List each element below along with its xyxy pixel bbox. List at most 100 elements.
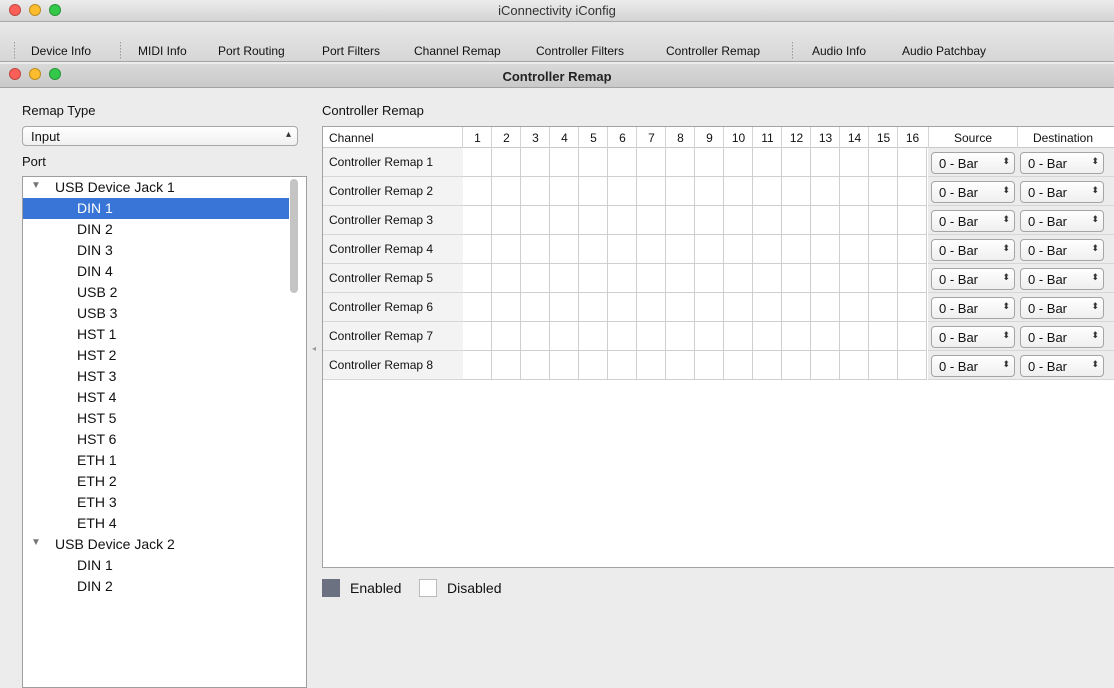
channel-toggle-cell[interactable] — [550, 322, 579, 351]
channel-toggle-cell[interactable] — [666, 293, 695, 322]
channel-toggle-cell[interactable] — [637, 322, 666, 351]
channel-toggle-cell[interactable] — [869, 322, 898, 351]
channel-toggle-cell[interactable] — [579, 206, 608, 235]
channel-toggle-cell[interactable] — [492, 322, 521, 351]
split-grip-icon[interactable]: ◂ — [312, 344, 316, 353]
source-select[interactable]: 0 - Bar ⬍ — [931, 181, 1015, 203]
channel-toggle-cell[interactable] — [898, 351, 927, 380]
channel-toggle-cell[interactable] — [637, 293, 666, 322]
source-select[interactable]: 0 - Bar ⬍ — [931, 268, 1015, 290]
disclosure-triangle-icon[interactable]: ▼ — [31, 180, 41, 191]
channel-toggle-cell[interactable] — [811, 148, 840, 177]
channel-toggle-cell[interactable] — [753, 206, 782, 235]
channel-toggle-cell[interactable] — [840, 206, 869, 235]
channel-toggle-cell[interactable] — [608, 206, 637, 235]
tree-item[interactable]: ETH 2 — [23, 471, 289, 492]
channel-toggle-cell[interactable] — [521, 351, 550, 380]
tree-item[interactable]: DIN 2 — [23, 219, 289, 240]
channel-toggle-cell[interactable] — [869, 351, 898, 380]
channel-toggle-cell[interactable] — [695, 293, 724, 322]
destination-select[interactable]: 0 - Bar ⬍ — [1020, 239, 1104, 261]
channel-toggle-cell[interactable] — [608, 235, 637, 264]
channel-toggle-cell[interactable] — [695, 177, 724, 206]
channel-toggle-cell[interactable] — [753, 351, 782, 380]
channel-toggle-cell[interactable] — [463, 206, 492, 235]
channel-toggle-cell[interactable] — [521, 206, 550, 235]
channel-toggle-cell[interactable] — [811, 206, 840, 235]
channel-toggle-cell[interactable] — [811, 177, 840, 206]
tree-item[interactable]: DIN 4 — [23, 261, 289, 282]
destination-select[interactable]: 0 - Bar ⬍ — [1020, 210, 1104, 232]
channel-toggle-cell[interactable] — [521, 177, 550, 206]
destination-select[interactable]: 0 - Bar ⬍ — [1020, 152, 1104, 174]
channel-toggle-cell[interactable] — [637, 148, 666, 177]
channel-toggle-cell[interactable] — [753, 322, 782, 351]
channel-toggle-cell[interactable] — [463, 264, 492, 293]
tree-item[interactable]: HST 6 — [23, 429, 289, 450]
channel-toggle-cell[interactable] — [463, 148, 492, 177]
channel-toggle-cell[interactable] — [550, 264, 579, 293]
channel-toggle-cell[interactable] — [724, 322, 753, 351]
tab-controller-filters[interactable]: Controller Filters — [536, 44, 624, 58]
channel-toggle-cell[interactable] — [637, 177, 666, 206]
tree-item[interactable]: DIN 1 — [23, 198, 289, 219]
channel-toggle-cell[interactable] — [695, 206, 724, 235]
channel-toggle-cell[interactable] — [898, 148, 927, 177]
channel-toggle-cell[interactable] — [811, 235, 840, 264]
tree-item[interactable]: ETH 4 — [23, 513, 289, 534]
channel-toggle-cell[interactable] — [811, 293, 840, 322]
channel-toggle-cell[interactable] — [811, 322, 840, 351]
channel-toggle-cell[interactable] — [840, 264, 869, 293]
tree-item[interactable]: USB 2 — [23, 282, 289, 303]
channel-toggle-cell[interactable] — [898, 293, 927, 322]
tree-group[interactable]: ▼ USB Device Jack 2 — [23, 534, 289, 555]
port-list-scrollbar[interactable] — [290, 179, 298, 293]
channel-toggle-cell[interactable] — [811, 351, 840, 380]
channel-toggle-cell[interactable] — [898, 206, 927, 235]
channel-toggle-cell[interactable] — [579, 322, 608, 351]
channel-toggle-cell[interactable] — [492, 177, 521, 206]
channel-toggle-cell[interactable] — [666, 264, 695, 293]
tree-item[interactable]: HST 3 — [23, 366, 289, 387]
channel-toggle-cell[interactable] — [840, 322, 869, 351]
destination-select[interactable]: 0 - Bar ⬍ — [1020, 297, 1104, 319]
channel-toggle-cell[interactable] — [579, 351, 608, 380]
channel-toggle-cell[interactable] — [840, 177, 869, 206]
channel-toggle-cell[interactable] — [637, 206, 666, 235]
destination-select[interactable]: 0 - Bar ⬍ — [1020, 181, 1104, 203]
channel-toggle-cell[interactable] — [666, 148, 695, 177]
channel-toggle-cell[interactable] — [521, 235, 550, 264]
channel-toggle-cell[interactable] — [753, 177, 782, 206]
channel-toggle-cell[interactable] — [724, 351, 753, 380]
channel-toggle-cell[interactable] — [579, 264, 608, 293]
channel-toggle-cell[interactable] — [782, 206, 811, 235]
channel-toggle-cell[interactable] — [724, 235, 753, 264]
tree-item[interactable]: USB 3 — [23, 303, 289, 324]
channel-toggle-cell[interactable] — [782, 351, 811, 380]
channel-toggle-cell[interactable] — [869, 264, 898, 293]
tab-port-filters[interactable]: Port Filters — [322, 44, 380, 58]
channel-toggle-cell[interactable] — [463, 235, 492, 264]
channel-toggle-cell[interactable] — [492, 235, 521, 264]
channel-toggle-cell[interactable] — [753, 235, 782, 264]
source-select[interactable]: 0 - Bar ⬍ — [931, 152, 1015, 174]
channel-toggle-cell[interactable] — [666, 177, 695, 206]
tree-item[interactable]: HST 4 — [23, 387, 289, 408]
channel-toggle-cell[interactable] — [463, 351, 492, 380]
source-select[interactable]: 0 - Bar ⬍ — [931, 239, 1015, 261]
channel-toggle-cell[interactable] — [608, 293, 637, 322]
channel-toggle-cell[interactable] — [869, 148, 898, 177]
channel-toggle-cell[interactable] — [695, 322, 724, 351]
channel-toggle-cell[interactable] — [840, 351, 869, 380]
channel-toggle-cell[interactable] — [608, 148, 637, 177]
tree-item[interactable]: HST 5 — [23, 408, 289, 429]
channel-toggle-cell[interactable] — [695, 148, 724, 177]
channel-toggle-cell[interactable] — [579, 293, 608, 322]
channel-toggle-cell[interactable] — [492, 148, 521, 177]
destination-select[interactable]: 0 - Bar ⬍ — [1020, 355, 1104, 377]
toolbar-handle[interactable] — [14, 42, 15, 60]
source-select[interactable]: 0 - Bar ⬍ — [931, 210, 1015, 232]
channel-toggle-cell[interactable] — [666, 351, 695, 380]
channel-toggle-cell[interactable] — [550, 148, 579, 177]
channel-toggle-cell[interactable] — [840, 293, 869, 322]
